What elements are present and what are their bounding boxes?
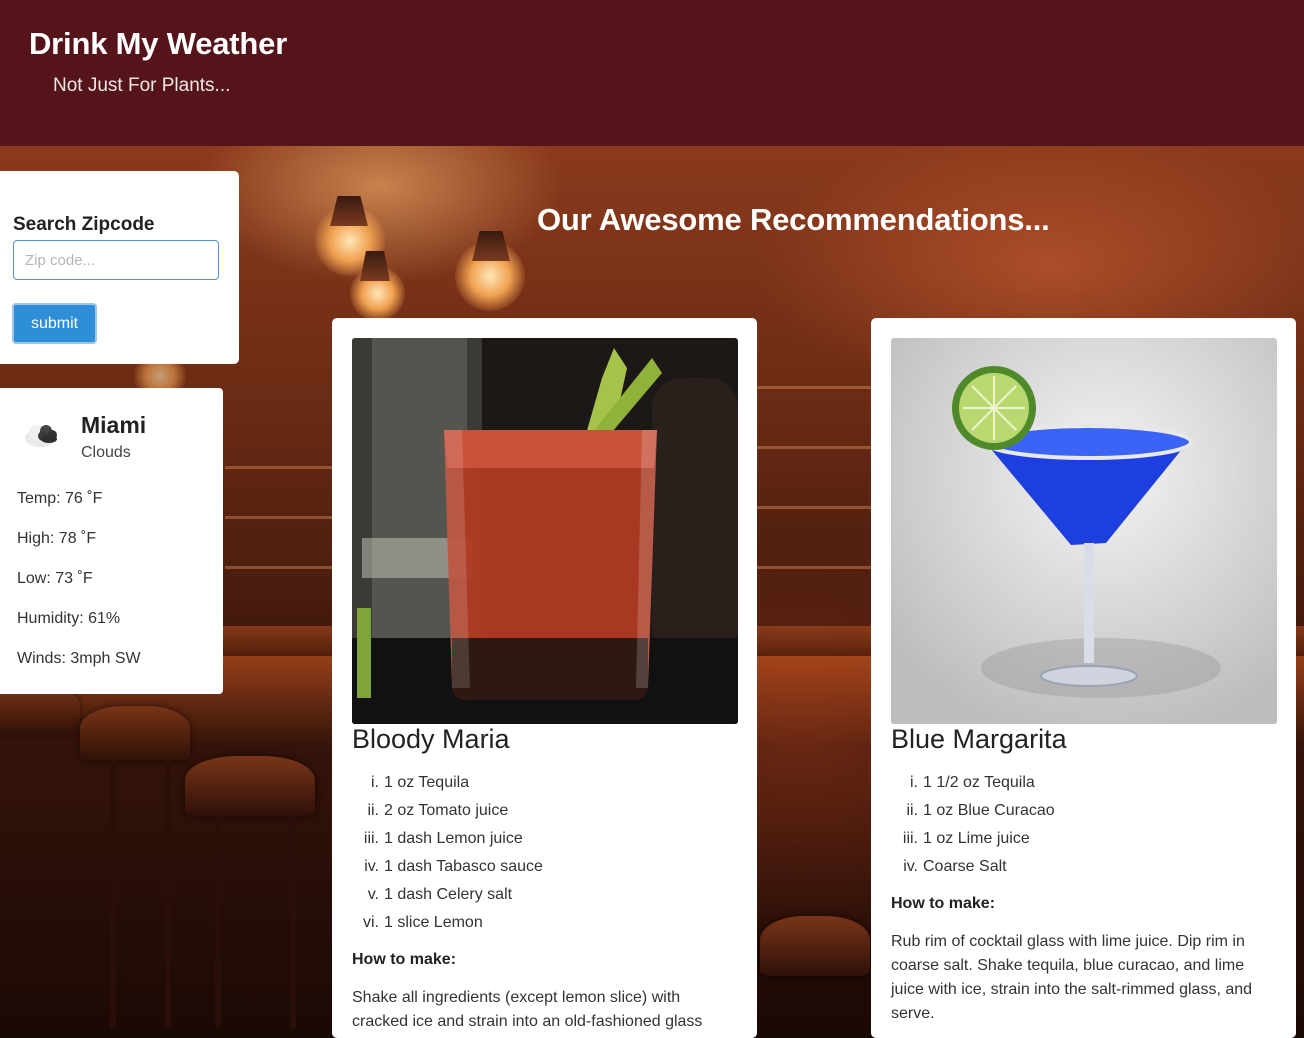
ingredient-item: i. 1 oz Tequila xyxy=(371,774,470,791)
ingredient-item: ii. 1 oz Blue Curacao xyxy=(906,802,1055,819)
ingredient-item: iii. 1 dash Lemon juice xyxy=(363,830,523,847)
weather-high: High: 78 ˚F xyxy=(17,530,97,547)
drink-name: Blue Margarita xyxy=(891,724,1067,754)
weather-city: Miami xyxy=(81,412,147,438)
site-title[interactable]: Drink My Weather xyxy=(29,26,287,62)
ingredient-list: i. 1 oz Tequila ii. 2 oz Tomato juice iii.… xyxy=(363,769,543,937)
recommendations-heading: Our Awesome Recommendations... xyxy=(537,202,1050,237)
submit-button[interactable]: submit xyxy=(12,303,97,344)
how-to-make-text: Shake all ingredients (except lemon slic… xyxy=(352,989,703,1030)
ingredient-item: ii. 2 oz Tomato juice xyxy=(367,802,509,819)
ingredient-item: iii. 1 oz Lime juice xyxy=(902,830,1030,847)
ingredient-item: iv. 1 dash Tabasco sauce xyxy=(364,858,543,875)
weather-low: Low: 73 ˚F xyxy=(17,570,93,587)
site-header: Drink My Weather Not Just For Plants... xyxy=(0,0,1304,146)
site-tagline: Not Just For Plants... xyxy=(53,75,231,96)
bloody-maria-image xyxy=(352,338,738,724)
how-to-make-label: How to make: xyxy=(891,895,996,912)
blue-margarita-image xyxy=(891,338,1277,724)
how-to-make-text: Rub rim of cocktail glass with lime juic… xyxy=(891,933,1253,1022)
search-zipcode-label: Search Zipcode xyxy=(13,214,155,235)
how-to-make-label: How to make: xyxy=(352,951,457,968)
zipcode-input[interactable] xyxy=(13,240,219,280)
ingredient-item: i. 1 1/2 oz Tequila xyxy=(910,774,1035,791)
weather-humidity: Humidity: 61% xyxy=(17,610,121,627)
clouds-icon xyxy=(25,425,57,447)
ingredient-list: i. 1 1/2 oz Tequila ii. 1 oz Blue Curacao … xyxy=(902,769,1055,881)
ingredient-item: vi. 1 slice Lemon xyxy=(363,914,483,931)
weather-winds: Winds: 3mph SW xyxy=(17,650,141,667)
weather-temp: Temp: 76 ˚F xyxy=(17,490,103,507)
ingredient-item: v. 1 dash Celery salt xyxy=(367,886,513,903)
weather-condition: Clouds xyxy=(81,444,131,461)
ingredient-item: iv. Coarse Salt xyxy=(903,858,1007,875)
drink-name: Bloody Maria xyxy=(352,724,510,754)
